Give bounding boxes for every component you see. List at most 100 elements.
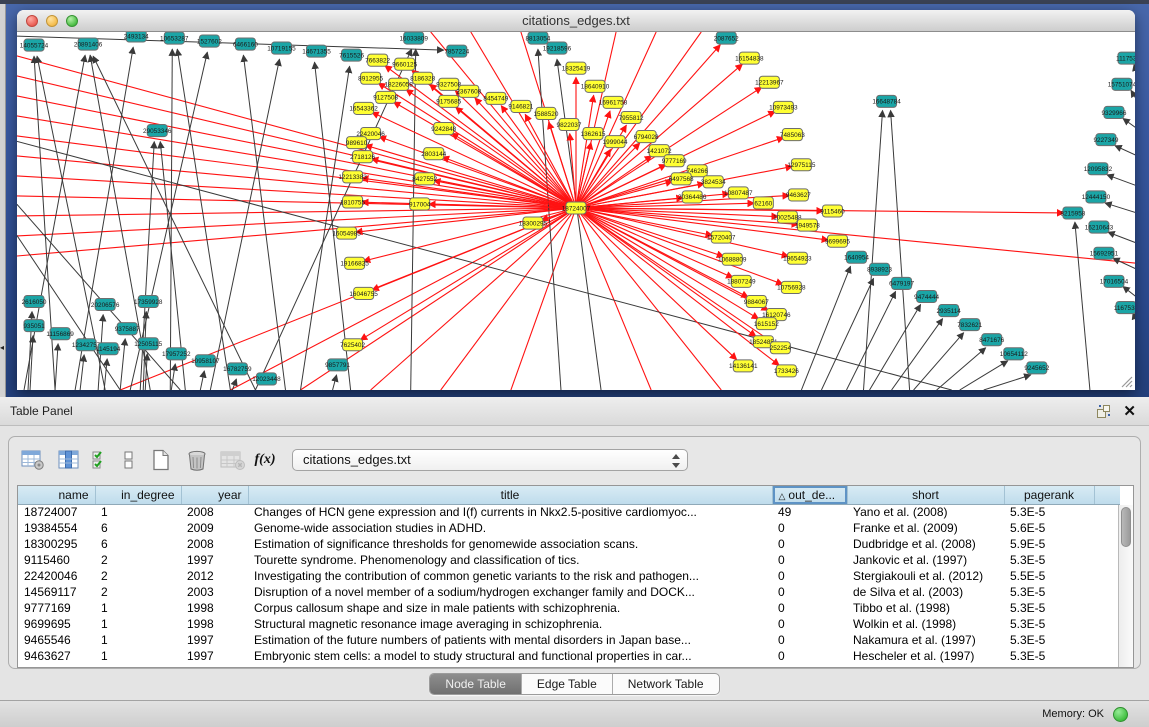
table-cell[interactable]: 2 — [95, 568, 181, 584]
graph-node[interactable]: 15751074 — [1108, 78, 1135, 90]
table-cell[interactable]: 0 — [772, 632, 847, 648]
table-cell[interactable]: 5.3E-5 — [1004, 584, 1094, 600]
graph-node[interactable]: 9884067 — [744, 295, 769, 307]
table-row[interactable]: 1456911722003Disruption of a novel membe… — [18, 584, 1120, 600]
graph-edge[interactable] — [1113, 258, 1135, 269]
table-cell[interactable]: Stergiakouli et al. (2012) — [847, 568, 1004, 584]
graph-node[interactable]: 14055724 — [20, 39, 49, 51]
graph-node[interactable]: 12975115 — [787, 159, 815, 171]
graph-node[interactable]: 7615526 — [339, 49, 364, 61]
table-cell[interactable]: 2 — [95, 552, 181, 568]
table-cell[interactable]: 9699695 — [18, 616, 95, 632]
minimize-window-icon[interactable] — [46, 15, 58, 27]
table-row[interactable]: 1872400712008Changes of HCN gene express… — [18, 504, 1120, 520]
graph-node[interactable]: 10654112 — [1000, 348, 1028, 360]
graph-node[interactable]: 16210643 — [1085, 221, 1114, 233]
table-cell[interactable]: 0 — [772, 568, 847, 584]
table-cell[interactable]: Corpus callosum shape and size in male p… — [248, 600, 772, 616]
table-cell[interactable]: 0 — [772, 520, 847, 536]
graph-node[interactable]: 1949578 — [795, 219, 820, 231]
graph-node[interactable]: 6497568 — [669, 173, 694, 185]
graph-node[interactable]: 1615152 — [754, 318, 779, 330]
graph-edge[interactable] — [511, 208, 576, 390]
table-cell[interactable]: 49 — [772, 504, 847, 520]
graph-edge[interactable] — [960, 361, 1008, 390]
table-settings-button[interactable] — [18, 447, 48, 473]
graph-node[interactable]: 1640954 — [844, 251, 869, 263]
table-cell[interactable]: 9465546 — [18, 632, 95, 648]
table-cell[interactable]: Jankovic et al. (1997) — [847, 552, 1004, 568]
graph-node[interactable]: 12505115 — [134, 338, 162, 350]
function-builder-button[interactable]: f(x) — [254, 447, 276, 473]
table-cell[interactable]: Yano et al. (2008) — [847, 504, 1004, 520]
graph-node[interactable]: 18807249 — [727, 275, 756, 287]
table-cell[interactable]: 0 — [772, 584, 847, 600]
table-cell[interactable]: 9463627 — [18, 648, 95, 664]
table-cell[interactable]: 22420046 — [18, 568, 95, 584]
column-header-title[interactable]: title — [248, 486, 772, 504]
table-cell[interactable]: 2 — [95, 584, 181, 600]
graph-edge[interactable] — [1075, 222, 1090, 390]
tab-network-table[interactable]: Network Table — [613, 674, 719, 694]
graph-node[interactable]: 14136141 — [729, 360, 758, 372]
graph-node[interactable]: 16648784 — [872, 95, 901, 107]
graph-node[interactable]: 12023448 — [252, 373, 281, 385]
graph-edge[interactable] — [17, 141, 952, 390]
network-viewport[interactable]: 1405572420891406249313410653287152760264… — [17, 32, 1135, 390]
graph-edge[interactable] — [93, 56, 255, 390]
graph-node[interactable]: 917004 — [409, 198, 431, 210]
graph-edge[interactable] — [821, 278, 873, 390]
graph-edge[interactable] — [363, 208, 576, 261]
graph-node[interactable]: 8186328 — [410, 72, 435, 84]
graph-node[interactable]: 14671355 — [302, 45, 331, 57]
table-cell[interactable]: 18300295 — [18, 536, 95, 552]
graph-node[interactable]: 1733426 — [774, 365, 799, 377]
table-cell[interactable]: 2003 — [181, 584, 248, 600]
graph-node[interactable]: 9699695 — [825, 235, 850, 247]
graph-node[interactable]: 16782759 — [223, 363, 252, 375]
graph-node[interactable]: 6479197 — [889, 277, 914, 289]
table-cell[interactable]: 5.9E-5 — [1004, 536, 1094, 552]
graph-node[interactable]: 9463627 — [786, 189, 811, 201]
table-row[interactable]: 2242004622012Investigating the contribut… — [18, 568, 1120, 584]
table-cell[interactable]: Disruption of a novel member of a sodium… — [248, 584, 772, 600]
graph-edge[interactable] — [411, 49, 416, 390]
graph-node[interactable]: 8912955 — [358, 72, 383, 84]
table-cell[interactable]: 1998 — [181, 600, 248, 616]
graph-edge[interactable] — [200, 371, 204, 390]
graph-node[interactable]: 9175685 — [436, 95, 461, 107]
table-row[interactable]: 911546021997Tourette syndrome. Phenomeno… — [18, 552, 1120, 568]
graph-node[interactable]: 12095832 — [1084, 163, 1113, 175]
graph-node[interactable]: 8471676 — [979, 334, 1004, 346]
graph-node[interactable]: 18325419 — [562, 62, 591, 74]
table-cell[interactable]: 0 — [772, 552, 847, 568]
graph-edge[interactable] — [177, 49, 230, 390]
table-cell[interactable]: 1 — [95, 600, 181, 616]
graph-edge[interactable] — [17, 115, 576, 208]
graph-node[interactable]: 8215958 — [1060, 207, 1085, 219]
table-cell[interactable]: 18724007 — [18, 504, 95, 520]
graph-edge[interactable] — [17, 55, 576, 208]
table-cell[interactable]: Genome-wide association studies in ADHD. — [248, 520, 772, 536]
graph-node[interactable]: 2935114 — [936, 305, 961, 317]
table-cell[interactable]: 0 — [772, 648, 847, 664]
table-cell[interactable]: 1 — [95, 504, 181, 520]
graph-node[interactable]: 18724007 — [562, 202, 591, 214]
graph-node[interactable]: 1999044 — [603, 136, 628, 148]
graph-node[interactable]: 1810755 — [340, 196, 365, 208]
graph-node[interactable]: 17016504 — [1100, 275, 1129, 287]
column-header-year[interactable]: year — [181, 486, 248, 504]
graph-node[interactable]: 20206576 — [91, 298, 120, 310]
select-columns-button[interactable] — [54, 447, 84, 473]
table-cell[interactable]: 0 — [772, 616, 847, 632]
delete-table-button[interactable] — [218, 447, 248, 473]
graph-node[interactable]: 19166825 — [340, 257, 369, 269]
graph-edge[interactable] — [891, 110, 910, 390]
graph-node[interactable]: 9375887 — [115, 323, 140, 335]
graph-node[interactable]: 18640910 — [581, 80, 610, 92]
table-cell[interactable]: 0 — [772, 536, 847, 552]
graph-node[interactable]: 19218596 — [543, 42, 572, 54]
table-row[interactable]: 946554611997Estimation of the future num… — [18, 632, 1120, 648]
graph-node[interactable]: 20364486 — [678, 191, 707, 203]
float-panel-icon[interactable] — [1097, 405, 1110, 418]
